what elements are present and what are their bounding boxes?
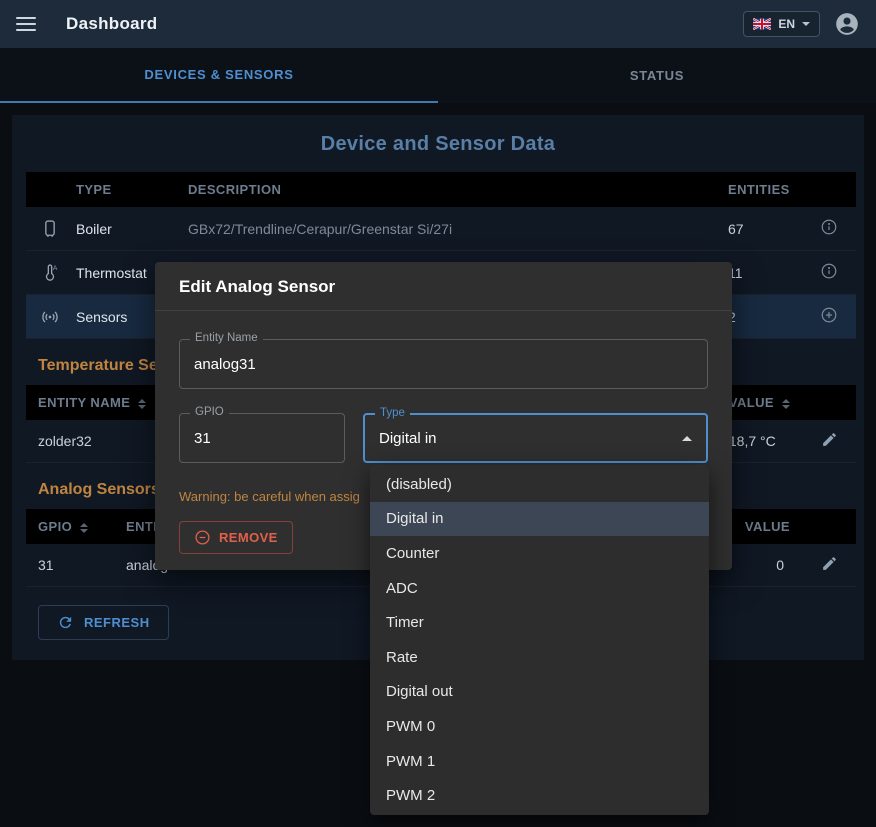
menu-item-adc[interactable]: ADC: [370, 571, 709, 606]
device-description: GBx72/Trendline/Cerapur/Greenstar Si/27i: [176, 207, 706, 251]
type-label: Type: [375, 407, 410, 419]
account-icon[interactable]: [834, 11, 860, 37]
entity-value: 0: [733, 544, 802, 587]
sort-icon: [138, 399, 146, 409]
edit-icon[interactable]: [821, 555, 838, 572]
chevron-down-icon: [802, 22, 810, 26]
menu-item-rate[interactable]: Rate: [370, 640, 709, 675]
device-type: Boiler: [64, 207, 176, 251]
language-selector[interactable]: EN: [743, 11, 820, 37]
boiler-icon: [36, 219, 64, 239]
menu-item-pwm0[interactable]: PWM 0: [370, 709, 709, 744]
refresh-button[interactable]: REFRESH: [38, 605, 169, 640]
add-icon[interactable]: [820, 306, 838, 324]
table-header-row: TYPE DESCRIPTION ENTITIES: [26, 172, 856, 207]
info-icon[interactable]: [820, 262, 838, 280]
type-dropdown-menu: (disabled) Digital in Counter ADC Timer …: [370, 465, 709, 815]
sensors-icon: [36, 307, 64, 327]
gpio-label: GPIO: [190, 406, 229, 418]
menu-item-timer[interactable]: Timer: [370, 605, 709, 640]
entity-name-label: Entity Name: [190, 332, 263, 344]
menu-icon[interactable]: [16, 17, 36, 31]
sort-icon: [782, 399, 790, 409]
gpio-field: GPIO: [179, 413, 345, 463]
edit-icon[interactable]: [821, 431, 838, 448]
col-description: DESCRIPTION: [176, 172, 706, 207]
col-value: VALUE: [733, 509, 802, 544]
caret-up-icon: [682, 436, 692, 441]
tab-devices-sensors[interactable]: DEVICES & SENSORS: [0, 48, 438, 103]
page-title: Device and Sensor Data: [12, 133, 864, 156]
app-bar: Dashboard EN: [0, 0, 876, 48]
col-entities: ENTITIES: [706, 172, 802, 207]
svg-text:A: A: [53, 265, 58, 272]
menu-item-disabled[interactable]: (disabled): [370, 467, 709, 502]
gpio-value: 31: [26, 544, 114, 587]
dialog-title: Edit Analog Sensor: [155, 262, 732, 311]
type-selected-value: Digital in: [379, 430, 682, 447]
tab-status[interactable]: STATUS: [438, 48, 876, 103]
info-icon[interactable]: [820, 218, 838, 236]
table-row: Boiler GBx72/Trendline/Cerapur/Greenstar…: [26, 207, 856, 251]
col-type: TYPE: [64, 172, 176, 207]
menu-item-digital-in[interactable]: Digital in: [370, 502, 709, 537]
device-entities: 67: [706, 207, 802, 251]
entity-name-input[interactable]: [194, 356, 693, 373]
entity-name-field: Entity Name: [179, 339, 708, 389]
type-select[interactable]: Type Digital in: [363, 413, 708, 463]
language-label: EN: [778, 17, 795, 31]
app-title: Dashboard: [66, 14, 158, 34]
menu-item-pwm1[interactable]: PWM 1: [370, 744, 709, 779]
menu-item-counter[interactable]: Counter: [370, 536, 709, 571]
sort-icon: [80, 523, 88, 533]
remove-icon: [194, 529, 211, 546]
col-gpio[interactable]: GPIO: [26, 509, 114, 544]
uk-flag-icon: [753, 18, 771, 30]
menu-item-pwm2[interactable]: PWM 2: [370, 778, 709, 813]
appbar-actions: EN: [743, 11, 860, 37]
tab-bar: DEVICES & SENSORS STATUS: [0, 48, 876, 103]
thermostat-icon: A: [36, 263, 64, 283]
menu-item-digital-out[interactable]: Digital out: [370, 675, 709, 710]
gpio-input[interactable]: [194, 430, 330, 447]
refresh-icon: [57, 614, 74, 631]
remove-button[interactable]: REMOVE: [179, 521, 293, 554]
